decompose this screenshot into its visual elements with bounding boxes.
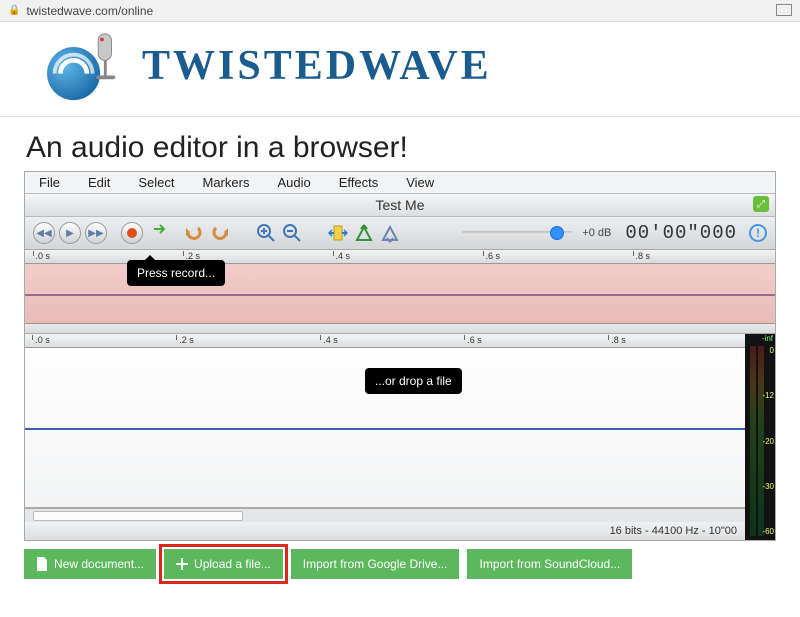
tick: .2 s (176, 335, 194, 340)
page-tagline: An audio editor in a browser! (26, 131, 800, 165)
document-icon (36, 557, 48, 571)
menu-markers[interactable]: Markers (203, 175, 250, 190)
plus-icon (176, 558, 188, 570)
waveform-overview[interactable]: Press record... (25, 264, 775, 324)
window-maximize-icon[interactable] (778, 6, 792, 16)
menu-view[interactable]: View (406, 175, 434, 190)
undo-button[interactable] (183, 222, 205, 244)
play-button[interactable]: ▶ (59, 222, 81, 244)
menu-effects[interactable]: Effects (339, 175, 379, 190)
action-bar: New document... Upload a file... Import … (24, 549, 776, 579)
waveform-main[interactable]: ...or drop a file (25, 348, 745, 508)
meter-inf: -inf (762, 334, 773, 343)
menu-select[interactable]: Select (138, 175, 174, 190)
zoom-out-button[interactable] (281, 222, 303, 244)
record-tooltip: Press record... (127, 260, 225, 286)
record-button[interactable] (121, 222, 143, 244)
continue-arrow-icon[interactable] (153, 222, 169, 236)
label: Upload a file... (194, 557, 271, 571)
address-bar: 🔒 twistedwave.com/online (0, 0, 800, 22)
tick: .4 s (333, 251, 351, 256)
label: Import from SoundCloud... (479, 557, 620, 571)
toolbar: ◀◀ ▶ ▶▶ (25, 217, 775, 250)
label: New document... (54, 557, 144, 571)
tick: .8 s (633, 251, 651, 256)
meter-tick: 0 (762, 346, 774, 355)
document-title: Test Me (375, 197, 424, 213)
scrollbar-thumb[interactable] (33, 511, 243, 521)
menu-bar: File Edit Select Markers Audio Effects V… (25, 172, 775, 194)
upload-file-button[interactable]: Upload a file... (164, 549, 283, 579)
fullscreen-icon[interactable]: ⤢ (753, 196, 769, 212)
drop-file-tooltip: ...or drop a file (365, 368, 462, 394)
vertical-zoom-in-button[interactable] (353, 222, 375, 244)
new-document-button[interactable]: New document... (24, 549, 156, 579)
meter-tick: -12 (762, 391, 774, 400)
menu-edit[interactable]: Edit (88, 175, 110, 190)
fit-selection-button[interactable] (327, 222, 349, 244)
meter-tick: -60 (762, 527, 774, 536)
tick: .2 s (183, 251, 201, 256)
volume-slider[interactable] (462, 231, 572, 235)
meter-tick: -30 (762, 482, 774, 491)
slider-knob[interactable] (550, 226, 564, 240)
redo-button[interactable] (209, 222, 231, 244)
import-google-drive-button[interactable]: Import from Google Drive... (291, 549, 460, 579)
tick: .0 s (32, 335, 50, 340)
menu-file[interactable]: File (39, 175, 60, 190)
brand-text: TWISTEDWAVE (142, 42, 492, 90)
import-soundcloud-button[interactable]: Import from SoundCloud... (467, 549, 632, 579)
fastforward-button[interactable]: ▶▶ (85, 222, 107, 244)
site-header: TWISTEDWAVE (0, 22, 800, 117)
twistedwave-logo-icon (40, 30, 128, 102)
tick: .4 s (320, 335, 338, 340)
vertical-zoom-out-button[interactable] (379, 222, 401, 244)
meter-tick: -20 (762, 437, 774, 446)
zoom-in-button[interactable] (255, 222, 277, 244)
document-title-bar: Test Me ⤢ (25, 194, 775, 217)
rewind-button[interactable]: ◀◀ (33, 222, 55, 244)
status-bar: 16 bits - 44100 Hz - 10"00 (25, 522, 745, 540)
audio-editor: File Edit Select Markers Audio Effects V… (24, 171, 776, 541)
horizontal-scrollbar[interactable] (25, 508, 745, 522)
tick: .6 s (483, 251, 501, 256)
info-icon[interactable]: ! (749, 224, 767, 242)
lock-icon: 🔒 (8, 5, 20, 16)
tick: .6 s (464, 335, 482, 340)
timeline-ruler-bottom[interactable]: .0 s .2 s .4 s .6 s .8 s (25, 334, 745, 348)
label: Import from Google Drive... (303, 557, 448, 571)
timecode-display: 00'00"000 (625, 222, 737, 244)
tick: .0 s (33, 251, 51, 256)
menu-audio[interactable]: Audio (277, 175, 310, 190)
volume-db-label: +0 dB (582, 227, 611, 239)
url-text: twistedwave.com/online (26, 4, 153, 18)
tick: .8 s (608, 335, 626, 340)
level-meter: -inf 0 -12 -20 -30 -60 (745, 334, 775, 540)
